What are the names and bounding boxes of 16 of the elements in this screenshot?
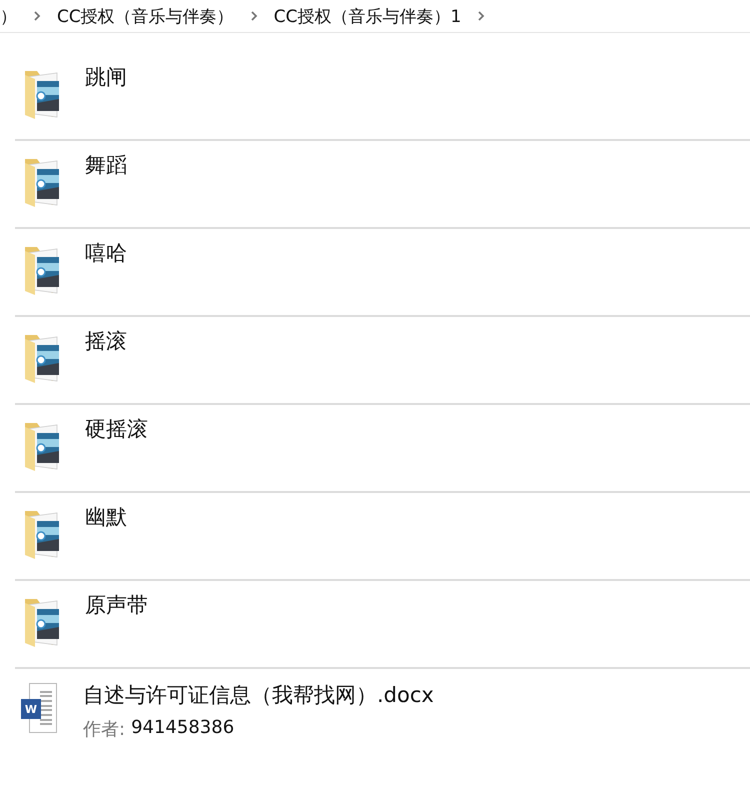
breadcrumb-item[interactable]: CC授权（音乐与伴奏）1	[274, 4, 462, 28]
folder-name[interactable]: 舞蹈	[85, 151, 127, 179]
folder-name[interactable]: 硬摇滚	[85, 415, 148, 443]
folder-name[interactable]: 摇滚	[85, 327, 127, 355]
folder-name[interactable]: 原声带	[85, 591, 148, 619]
chevron-icon[interactable]	[33, 10, 41, 22]
author-label: 作者:	[83, 718, 126, 741]
chevron-icon[interactable]	[477, 10, 486, 22]
breadcrumb-item[interactable]: CC授权（音乐与伴奏）	[57, 4, 234, 28]
folder-name[interactable]: 嘻哈	[85, 239, 127, 267]
file-name[interactable]: 自述与许可证信息（我帮找网）.docx	[83, 681, 434, 709]
chevron-icon[interactable]	[250, 10, 258, 22]
folder-name[interactable]: 跳闸	[85, 63, 127, 91]
author-value: 941458386	[131, 717, 234, 740]
breadcrumb-item[interactable]: ）	[0, 4, 17, 28]
folder-name[interactable]: 幽默	[85, 503, 127, 531]
